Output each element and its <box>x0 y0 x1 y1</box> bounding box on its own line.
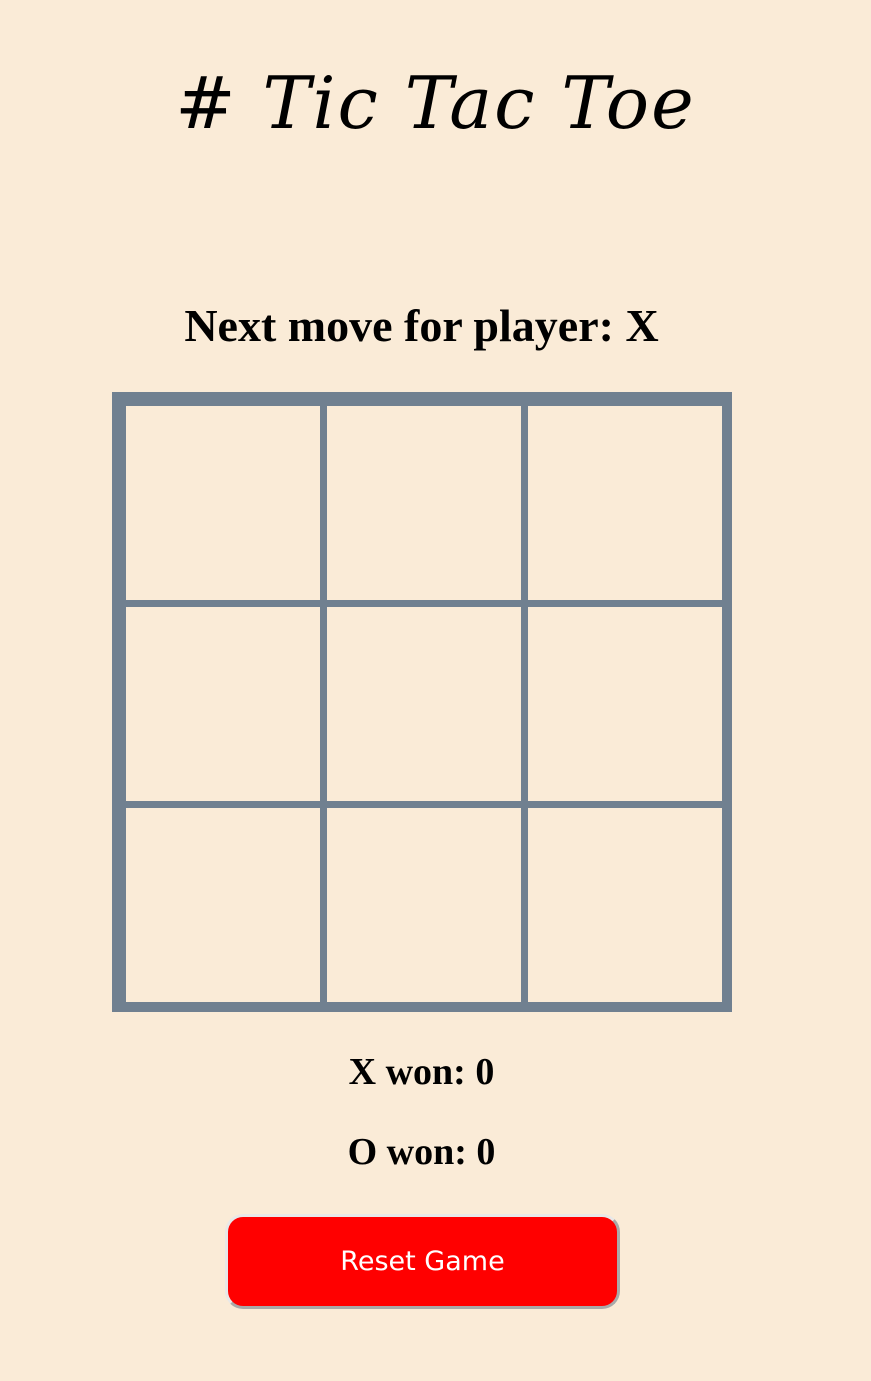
board-cell-7[interactable] <box>126 808 320 1002</box>
game-board <box>112 392 732 1012</box>
board-cell-8[interactable] <box>327 808 521 1002</box>
board-cell-1[interactable] <box>126 406 320 600</box>
board-cell-2[interactable] <box>327 406 521 600</box>
board-cell-6[interactable] <box>528 607 722 801</box>
board-cell-9[interactable] <box>528 808 722 1002</box>
board-cell-3[interactable] <box>528 406 722 600</box>
reset-game-button[interactable]: Reset Game <box>225 1214 620 1309</box>
x-score: X won: 0 <box>348 1051 495 1093</box>
o-score: O won: 0 <box>347 1131 496 1173</box>
board-cell-4[interactable] <box>126 607 320 801</box>
next-player-status: Next move for player: X <box>184 300 659 351</box>
board-cell-5[interactable] <box>327 607 521 801</box>
page-title: # Tic Tac Toe <box>175 61 696 145</box>
